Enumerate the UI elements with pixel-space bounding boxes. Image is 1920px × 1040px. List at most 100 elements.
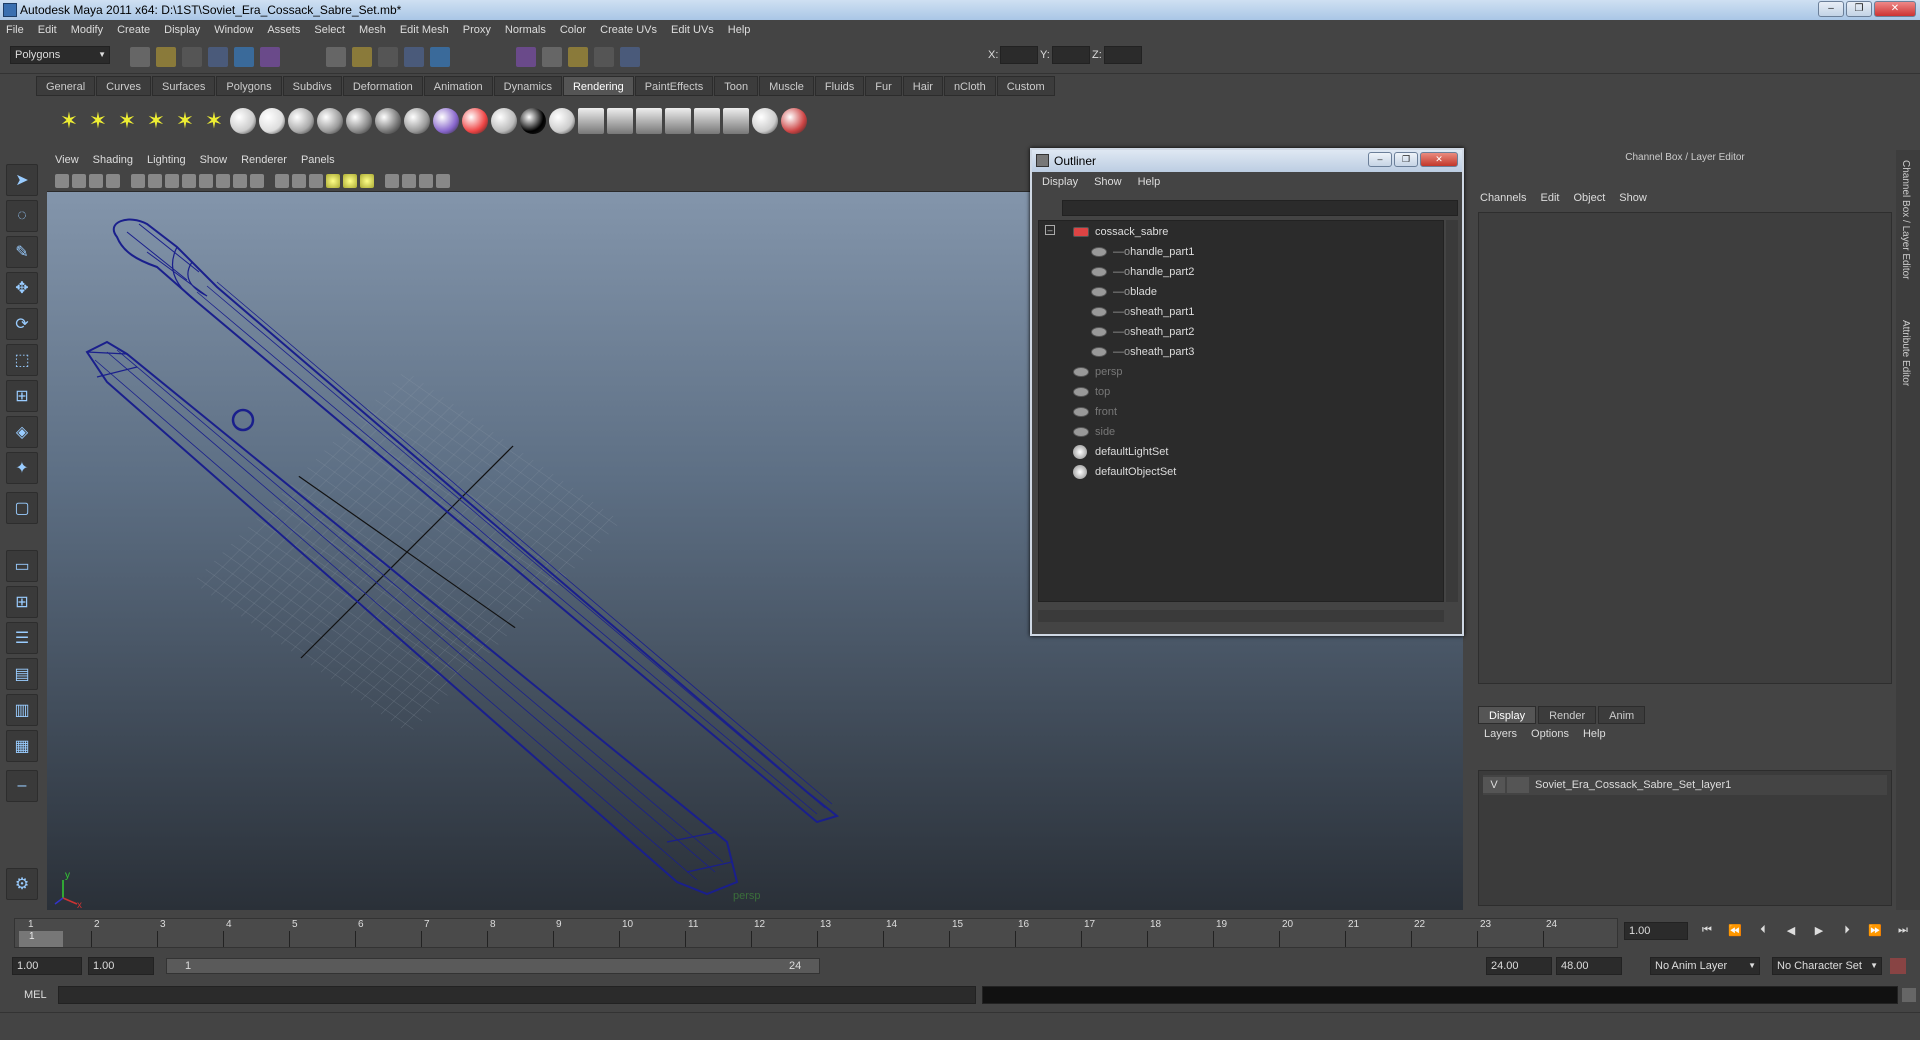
paint-select-tool-icon[interactable]: ✎ — [6, 236, 38, 268]
anisotropic-shader-icon[interactable] — [375, 108, 401, 134]
shelf-tab-deformation[interactable]: Deformation — [342, 76, 423, 96]
outliner-item[interactable]: side — [1073, 423, 1115, 441]
batch-render-icon[interactable] — [636, 108, 662, 134]
anim-layer-dropdown[interactable]: No Anim Layer ▼ — [1650, 957, 1760, 975]
show-manipulator-icon[interactable]: ✦ — [6, 452, 38, 484]
render-view-icon[interactable] — [665, 108, 691, 134]
shelf-tab-painteffects[interactable]: PaintEffects — [634, 76, 714, 96]
x-ray-icon[interactable] — [402, 174, 416, 188]
menu-select[interactable]: Select — [314, 24, 345, 36]
outliner-horizontal-scrollbar[interactable] — [1038, 610, 1444, 622]
film-gate-icon[interactable] — [165, 174, 179, 188]
object-menu[interactable]: Object — [1573, 192, 1605, 204]
outliner-item[interactable]: —o sheath_part2 — [1091, 323, 1194, 341]
menu-display[interactable]: Display — [164, 24, 200, 36]
viewport-menu-show[interactable]: Show — [200, 154, 228, 166]
directional-light-icon[interactable]: ✶ — [85, 108, 111, 134]
x-field[interactable] — [1000, 46, 1038, 64]
more-layouts-icon[interactable]: – — [6, 770, 38, 802]
render-frame-icon[interactable] — [516, 47, 536, 67]
z-field[interactable] — [1104, 46, 1142, 64]
wireframe-icon[interactable] — [275, 174, 289, 188]
outliner-titlebar[interactable]: Outliner – ❐ ✕ — [1032, 150, 1462, 172]
outliner-item[interactable]: defaultObjectSet — [1073, 463, 1176, 481]
step-back-frame-icon[interactable]: ⏴ — [1754, 924, 1772, 940]
play-forward-icon[interactable]: ▶ — [1810, 924, 1828, 940]
field-chart-icon[interactable] — [216, 174, 230, 188]
outliner-filter-input[interactable] — [1062, 200, 1458, 216]
character-set-dropdown[interactable]: No Character Set ▼ — [1772, 957, 1882, 975]
current-time-marker[interactable]: 1 — [19, 931, 63, 947]
phong-shader-icon[interactable] — [317, 108, 343, 134]
viewport-menu-lighting[interactable]: Lighting — [147, 154, 186, 166]
shading-map-icon[interactable] — [549, 108, 575, 134]
select-by-component-icon[interactable] — [260, 47, 280, 67]
outliner-item[interactable]: defaultLightSet — [1073, 443, 1168, 461]
snap-point-icon[interactable] — [378, 47, 398, 67]
shelf-tab-muscle[interactable]: Muscle — [759, 76, 814, 96]
playback-start-field[interactable]: 1.00 — [88, 957, 154, 975]
viewport-menu-renderer[interactable]: Renderer — [241, 154, 287, 166]
attribute-editor-side-tab[interactable]: Attribute Editor — [1900, 320, 1911, 386]
viewport-menu-shading[interactable]: Shading — [93, 154, 133, 166]
go-to-end-icon[interactable]: ⏭ — [1894, 924, 1912, 940]
four-view-layout-icon[interactable]: ⊞ — [6, 586, 38, 618]
shelf-tab-subdivs[interactable]: Subdivs — [282, 76, 342, 96]
outliner-item[interactable]: top — [1073, 383, 1110, 401]
tab-render[interactable]: Render — [1538, 706, 1597, 724]
tab-anim[interactable]: Anim — [1598, 706, 1646, 724]
outliner-item[interactable]: persp — [1073, 363, 1123, 381]
camera-attributes-icon[interactable] — [72, 174, 86, 188]
shadows-icon[interactable] — [360, 174, 374, 188]
menu-assets[interactable]: Assets — [267, 24, 300, 36]
close-button[interactable]: ✕ — [1874, 1, 1916, 17]
ambient-light-icon[interactable]: ✶ — [56, 108, 82, 134]
hypershade-icon[interactable] — [694, 108, 720, 134]
volume-light-icon[interactable]: ✶ — [201, 108, 227, 134]
manipulator-tool-icon[interactable]: ⊞ — [6, 380, 38, 412]
help-menu[interactable]: Help — [1583, 728, 1606, 740]
wireframe-on-shaded-icon[interactable] — [309, 174, 323, 188]
history-icon[interactable] — [430, 47, 450, 67]
outliner-item[interactable]: —o handle_part1 — [1091, 243, 1194, 261]
gate-mask-icon[interactable] — [199, 174, 213, 188]
outliner-maximize-button[interactable]: ❐ — [1394, 152, 1418, 167]
ipr-render-icon[interactable] — [607, 108, 633, 134]
shelf-tab-rendering[interactable]: Rendering — [562, 76, 634, 96]
edit-menu[interactable]: Edit — [1540, 192, 1559, 204]
snap-surface-icon[interactable] — [404, 47, 424, 67]
select-camera-icon[interactable] — [55, 174, 69, 188]
brush-icon[interactable] — [781, 108, 807, 134]
layer-playback-toggle[interactable] — [1507, 777, 1529, 793]
script-editor-icon[interactable] — [1902, 988, 1916, 1002]
single-view-layout-icon[interactable]: ▭ — [6, 550, 38, 582]
channels-menu[interactable]: Channels — [1480, 192, 1526, 204]
textured-icon[interactable] — [326, 174, 340, 188]
outliner-item[interactable]: —o sheath_part3 — [1091, 343, 1194, 361]
snap-curve-icon[interactable] — [352, 47, 372, 67]
menu-create-uvs[interactable]: Create UVs — [600, 24, 657, 36]
shelf-tab-polygons[interactable]: Polygons — [216, 76, 282, 96]
step-forward-key-icon[interactable]: ⏩ — [1866, 924, 1884, 940]
viewport-menu-view[interactable]: View — [55, 154, 79, 166]
show-menu[interactable]: Show — [1619, 192, 1647, 204]
layered-shader-icon[interactable] — [404, 108, 430, 134]
xray-joints-icon[interactable] — [419, 174, 433, 188]
anim-start-field[interactable]: 1.00 — [12, 957, 82, 975]
outliner-item[interactable]: —o blade — [1091, 283, 1157, 301]
select-by-object-icon[interactable] — [234, 47, 254, 67]
step-forward-frame-icon[interactable]: ⏵ — [1838, 924, 1856, 940]
menu-file[interactable]: File — [6, 24, 24, 36]
smooth-shade-icon[interactable] — [292, 174, 306, 188]
scale-tool-icon[interactable]: ⬚ — [6, 344, 38, 376]
outliner-menu-help[interactable]: Help — [1138, 176, 1161, 188]
maximize-button[interactable]: ❐ — [1846, 1, 1872, 17]
soft-mod-tool-icon[interactable]: ◈ — [6, 416, 38, 448]
lambert-shader-icon[interactable] — [288, 108, 314, 134]
select-tool-icon[interactable]: ➤ — [6, 164, 38, 196]
shelf-tab-dynamics[interactable]: Dynamics — [493, 76, 562, 96]
menu-set-dropdown[interactable]: Polygons ▼ — [10, 46, 110, 64]
spot-light-icon[interactable]: ✶ — [143, 108, 169, 134]
new-scene-icon[interactable] — [130, 47, 150, 67]
outliner-minimize-button[interactable]: – — [1368, 152, 1392, 167]
